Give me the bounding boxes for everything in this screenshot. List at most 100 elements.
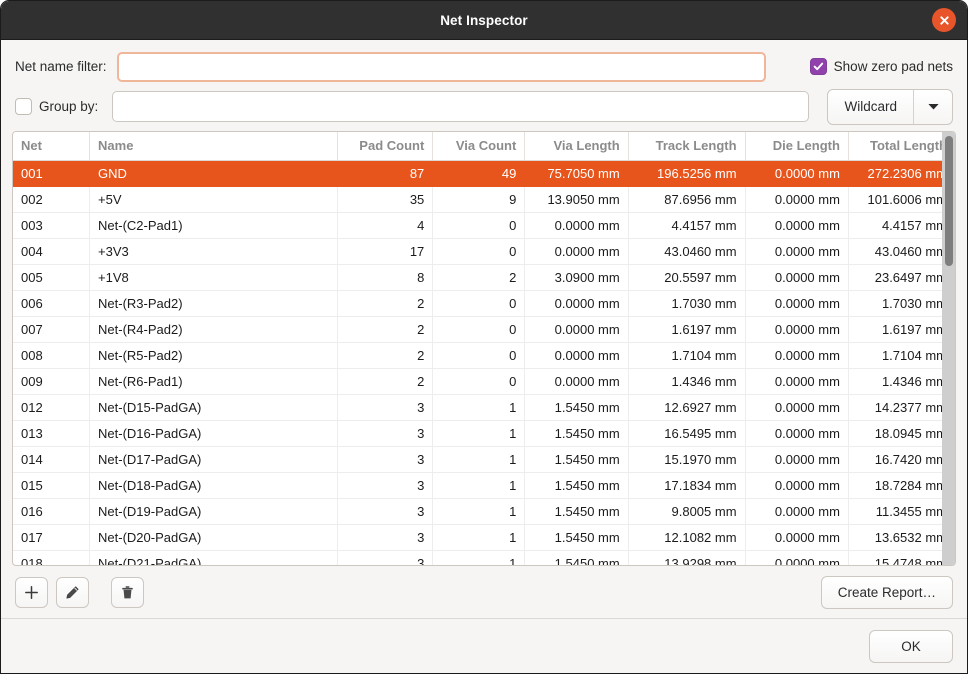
column-header-via-count[interactable]: Via Count bbox=[433, 132, 525, 161]
cell-total_length: 14.2377 mm bbox=[848, 395, 955, 421]
cell-track_length: 1.4346 mm bbox=[628, 369, 745, 395]
cell-track_length: 16.5495 mm bbox=[628, 421, 745, 447]
table-row[interactable]: 009Net-(R6-Pad1)200.0000 mm1.4346 mm0.00… bbox=[13, 369, 955, 395]
cell-total_length: 272.2306 mm bbox=[848, 161, 955, 187]
show-zero-pad-nets-label: Show zero pad nets bbox=[834, 59, 953, 74]
table-row[interactable]: 014Net-(D17-PadGA)311.5450 mm15.1970 mm0… bbox=[13, 447, 955, 473]
cell-net: 007 bbox=[13, 317, 90, 343]
dialog-body: Net name filter: Show zero pad nets Grou… bbox=[1, 40, 967, 618]
cell-via_count: 1 bbox=[433, 395, 525, 421]
cell-name: Net-(R3-Pad2) bbox=[90, 291, 338, 317]
cell-total_length: 13.6532 mm bbox=[848, 525, 955, 551]
nets-table: Net Name Pad Count Via Count Via Length … bbox=[12, 131, 956, 566]
table-row[interactable]: 006Net-(R3-Pad2)200.0000 mm1.7030 mm0.00… bbox=[13, 291, 955, 317]
cell-net: 018 bbox=[13, 551, 90, 566]
cell-net: 014 bbox=[13, 447, 90, 473]
cell-via_count: 1 bbox=[433, 473, 525, 499]
cell-via_count: 2 bbox=[433, 265, 525, 291]
cell-pad_count: 2 bbox=[338, 369, 433, 395]
column-header-via-length[interactable]: Via Length bbox=[525, 132, 628, 161]
table-row[interactable]: 004+3V31700.0000 mm43.0460 mm0.0000 mm43… bbox=[13, 239, 955, 265]
cell-track_length: 1.6197 mm bbox=[628, 317, 745, 343]
checkbox-box-zero-pad[interactable] bbox=[810, 58, 827, 75]
table-row[interactable]: 017Net-(D20-PadGA)311.5450 mm12.1082 mm0… bbox=[13, 525, 955, 551]
cell-total_length: 43.0460 mm bbox=[848, 239, 955, 265]
column-header-total-length[interactable]: Total Length bbox=[848, 132, 955, 161]
cell-via_length: 0.0000 mm bbox=[525, 317, 628, 343]
table-row[interactable]: 003Net-(C2-Pad1)400.0000 mm4.4157 mm0.00… bbox=[13, 213, 955, 239]
cell-die_length: 0.0000 mm bbox=[745, 239, 848, 265]
cell-via_length: 0.0000 mm bbox=[525, 239, 628, 265]
cell-track_length: 43.0460 mm bbox=[628, 239, 745, 265]
column-header-track-length[interactable]: Track Length bbox=[628, 132, 745, 161]
cell-via_length: 75.7050 mm bbox=[525, 161, 628, 187]
ok-button[interactable]: OK bbox=[869, 630, 953, 663]
table-row[interactable]: 013Net-(D16-PadGA)311.5450 mm16.5495 mm0… bbox=[13, 421, 955, 447]
match-mode-value: Wildcard bbox=[828, 90, 914, 124]
table-row[interactable]: 001GND874975.7050 mm196.5256 mm0.0000 mm… bbox=[13, 161, 955, 187]
delete-net-button[interactable] bbox=[111, 577, 144, 608]
cell-pad_count: 2 bbox=[338, 317, 433, 343]
group-by-checkbox[interactable] bbox=[15, 98, 32, 115]
close-icon[interactable] bbox=[932, 8, 956, 32]
nets-table-header: Net Name Pad Count Via Count Via Length … bbox=[13, 132, 955, 161]
plus-icon bbox=[24, 585, 39, 600]
nets-table-body-viewport[interactable]: 001GND874975.7050 mm196.5256 mm0.0000 mm… bbox=[13, 161, 955, 565]
column-header-pad-count[interactable]: Pad Count bbox=[338, 132, 433, 161]
net-name-filter-input[interactable] bbox=[117, 52, 766, 82]
group-by-label: Group by: bbox=[39, 99, 98, 114]
group-by-row: Group by: Wildcard bbox=[1, 80, 967, 122]
add-net-button[interactable] bbox=[15, 577, 48, 608]
column-header-die-length[interactable]: Die Length bbox=[745, 132, 848, 161]
table-row[interactable]: 007Net-(R4-Pad2)200.0000 mm1.6197 mm0.00… bbox=[13, 317, 955, 343]
cell-name: Net-(D17-PadGA) bbox=[90, 447, 338, 473]
net-name-filter-label: Net name filter: bbox=[15, 59, 107, 74]
cell-name: +3V3 bbox=[90, 239, 338, 265]
chevron-down-icon[interactable] bbox=[914, 90, 952, 124]
table-row[interactable]: 012Net-(D15-PadGA)311.5450 mm12.6927 mm0… bbox=[13, 395, 955, 421]
nets-table-body: 001GND874975.7050 mm196.5256 mm0.0000 mm… bbox=[13, 161, 955, 565]
show-zero-pad-nets-checkbox[interactable]: Show zero pad nets bbox=[810, 58, 953, 75]
column-header-net[interactable]: Net bbox=[13, 132, 90, 161]
table-row[interactable]: 015Net-(D18-PadGA)311.5450 mm17.1834 mm0… bbox=[13, 473, 955, 499]
cell-via_count: 1 bbox=[433, 525, 525, 551]
cell-name: Net-(C2-Pad1) bbox=[90, 213, 338, 239]
cell-track_length: 12.1082 mm bbox=[628, 525, 745, 551]
net-inspector-dialog: Net Inspector Net name filter: Show zero… bbox=[0, 0, 968, 674]
table-scrollbar-thumb[interactable] bbox=[945, 136, 953, 266]
group-by-input[interactable] bbox=[112, 91, 809, 122]
cell-name: Net-(D18-PadGA) bbox=[90, 473, 338, 499]
cell-track_length: 20.5597 mm bbox=[628, 265, 745, 291]
edit-net-button[interactable] bbox=[56, 577, 89, 608]
table-row[interactable]: 005+1V8823.0900 mm20.5597 mm0.0000 mm23.… bbox=[13, 265, 955, 291]
cell-via_length: 1.5450 mm bbox=[525, 447, 628, 473]
cell-net: 009 bbox=[13, 369, 90, 395]
cell-via_count: 0 bbox=[433, 239, 525, 265]
cell-via_count: 1 bbox=[433, 421, 525, 447]
table-row[interactable]: 018Net-(D21-PadGA)311.5450 mm13.9298 mm0… bbox=[13, 551, 955, 566]
column-header-name[interactable]: Name bbox=[90, 132, 338, 161]
table-vertical-scrollbar[interactable] bbox=[942, 132, 955, 565]
cell-total_length: 23.6497 mm bbox=[848, 265, 955, 291]
cell-via_length: 1.5450 mm bbox=[525, 499, 628, 525]
cell-total_length: 15.4748 mm bbox=[848, 551, 955, 566]
cell-pad_count: 2 bbox=[338, 343, 433, 369]
cell-total_length: 1.7104 mm bbox=[848, 343, 955, 369]
net-name-filter-row: Net name filter: Show zero pad nets bbox=[1, 40, 967, 80]
titlebar: Net Inspector bbox=[1, 1, 967, 40]
match-mode-combobox[interactable]: Wildcard bbox=[827, 89, 953, 125]
table-header-row: Net Name Pad Count Via Count Via Length … bbox=[13, 132, 955, 161]
cell-name: +1V8 bbox=[90, 265, 338, 291]
table-row[interactable]: 002+5V35913.9050 mm87.6956 mm0.0000 mm10… bbox=[13, 187, 955, 213]
cell-die_length: 0.0000 mm bbox=[745, 187, 848, 213]
cell-name: Net-(D19-PadGA) bbox=[90, 499, 338, 525]
cell-pad_count: 3 bbox=[338, 525, 433, 551]
close-glyph bbox=[938, 14, 951, 27]
table-row[interactable]: 008Net-(R5-Pad2)200.0000 mm1.7104 mm0.00… bbox=[13, 343, 955, 369]
table-row[interactable]: 016Net-(D19-PadGA)311.5450 mm9.8005 mm0.… bbox=[13, 499, 955, 525]
cell-name: GND bbox=[90, 161, 338, 187]
cell-name: Net-(R5-Pad2) bbox=[90, 343, 338, 369]
cell-die_length: 0.0000 mm bbox=[745, 343, 848, 369]
create-report-button[interactable]: Create Report… bbox=[821, 576, 953, 609]
cell-via_length: 1.5450 mm bbox=[525, 551, 628, 566]
